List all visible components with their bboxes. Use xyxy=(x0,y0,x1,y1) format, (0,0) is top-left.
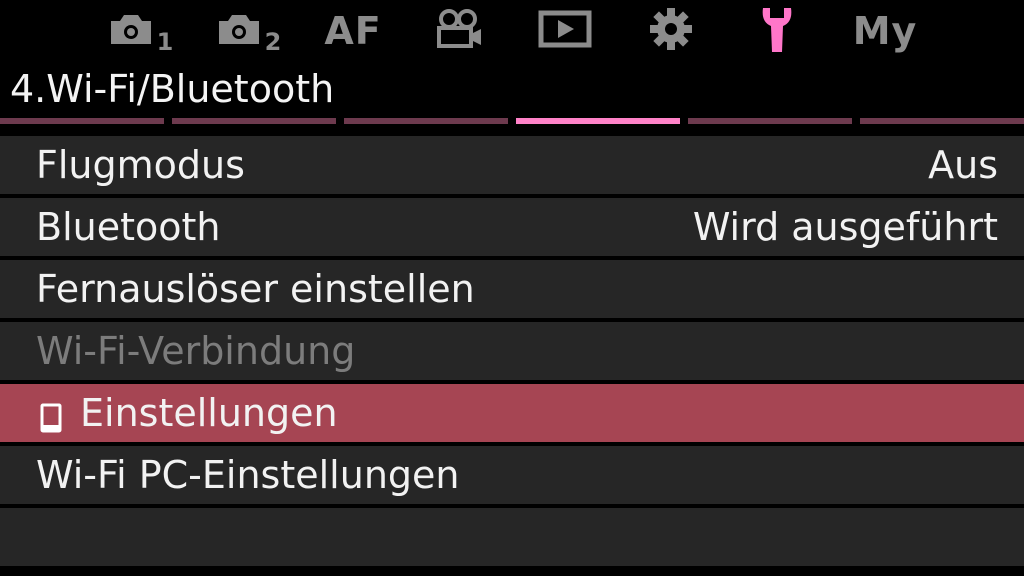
camera-icon xyxy=(215,12,263,50)
tab-video[interactable] xyxy=(430,4,490,58)
page-indicator-segment xyxy=(688,118,852,124)
menu-item-label-group: Einstellungen xyxy=(36,391,338,435)
wrench-icon xyxy=(757,4,797,58)
menu-item-label: Fernauslöser einstellen xyxy=(36,267,475,311)
menu-item-value: Aus xyxy=(928,143,998,187)
tab-shooting-2[interactable]: 2 xyxy=(212,4,284,58)
page-title: 4.Wi-Fi/Bluetooth xyxy=(10,67,335,111)
page-indicator-segment-active xyxy=(516,118,680,124)
menu-item-wifi-pc-einstellungen[interactable]: Wi-Fi PC-Einstellungen xyxy=(0,446,1024,504)
play-icon xyxy=(538,10,592,52)
menu-item-fernausloeser[interactable]: Fernauslöser einstellen xyxy=(0,260,1024,318)
menu-item-label: Wi-Fi-Verbindung xyxy=(36,329,356,373)
menu-item-empty xyxy=(0,508,1024,566)
smartphone-icon xyxy=(40,398,62,433)
menu-item-flugmodus[interactable]: Flugmodus Aus xyxy=(0,136,1024,194)
menu-item-bluetooth[interactable]: Bluetooth Wird ausgeführt xyxy=(0,198,1024,256)
menu-item-label: Wi-Fi PC-Einstellungen xyxy=(36,453,460,497)
tab-playback[interactable] xyxy=(534,4,596,58)
menu-item-label: Bluetooth xyxy=(36,205,221,249)
menu-item-smartphone-einstellungen[interactable]: Einstellungen xyxy=(0,384,1024,442)
tab-subscript: 1 xyxy=(156,28,174,56)
menu-item-label: Einstellungen xyxy=(80,391,338,435)
page-indicator-segment xyxy=(172,118,336,124)
page-indicator-segment xyxy=(344,118,508,124)
tab-my-label: My xyxy=(852,9,918,53)
menu-tab-bar: 1 2 AF My xyxy=(0,0,1024,62)
menu-item-label: Flugmodus xyxy=(36,143,245,187)
menu-item-value: Wird ausgeführt xyxy=(692,205,998,249)
tab-my-menu[interactable]: My xyxy=(850,4,920,58)
gear-icon xyxy=(647,5,695,57)
tab-shooting-1[interactable]: 1 xyxy=(104,4,176,58)
video-camera-icon xyxy=(435,9,485,53)
page-indicator-segment xyxy=(860,118,1024,124)
tab-custom[interactable] xyxy=(644,4,698,58)
camera-icon xyxy=(107,12,155,50)
page-indicator xyxy=(0,118,1024,124)
menu-item-wifi-verbindung: Wi-Fi-Verbindung xyxy=(0,322,1024,380)
page-indicator-segment xyxy=(0,118,164,124)
tab-subscript: 2 xyxy=(264,28,282,56)
tab-af-label: AF xyxy=(324,9,382,53)
tab-af[interactable]: AF xyxy=(318,4,388,58)
tab-setup[interactable] xyxy=(754,4,800,58)
